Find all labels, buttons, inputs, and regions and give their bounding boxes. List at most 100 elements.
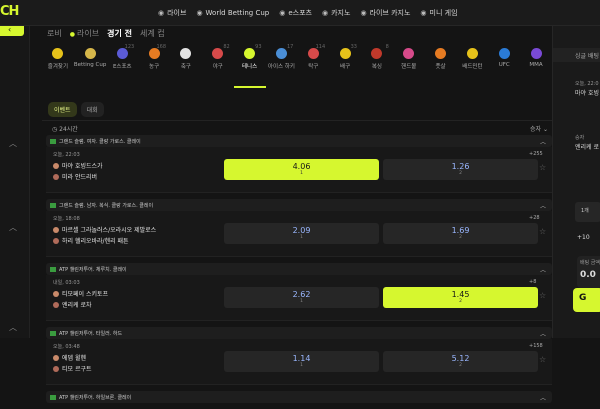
sport-tab[interactable]: 8 복싱	[361, 44, 393, 92]
star-icon[interactable]: ☆	[539, 227, 546, 236]
live-dot-icon: ●	[69, 31, 75, 38]
chevron-up-icon[interactable]: ︿	[540, 265, 546, 274]
outcome-number: 2	[459, 363, 462, 368]
sport-tab[interactable]: 123 E스포츠	[106, 44, 138, 92]
sport-tab[interactable]: UFC	[488, 44, 520, 92]
tab-prematch[interactable]: 경기 전	[107, 28, 132, 39]
odds-button-home[interactable]: 2.09 1	[224, 223, 379, 244]
sport-tab[interactable]: 82 야구	[202, 44, 234, 92]
odds-button-away[interactable]: 1.45 2	[383, 287, 538, 308]
league-header[interactable]: ATP 챌린저투어. 체루치. 클레이 ︿	[46, 263, 552, 275]
sport-tab[interactable]: 93 테니스	[233, 44, 266, 88]
odds-button-home[interactable]: 1.14 1	[224, 351, 379, 372]
odds-button-home[interactable]: 2.62 1	[224, 287, 379, 308]
match-row: 오늘, 22:03 +255 마야 호빙드스가 미라 안드리버 4.06 1 1.…	[46, 147, 552, 193]
sport-tab[interactable]: Betting Cup	[74, 44, 106, 92]
bet-count-label: 1개	[581, 208, 589, 214]
market-select[interactable]: 승자 ⌄	[530, 124, 548, 133]
sport-tab[interactable]: 즐겨찾기	[42, 44, 74, 92]
sport-tab[interactable]: 배드민턴	[456, 44, 488, 92]
sport-tab[interactable]: 축구	[170, 44, 202, 92]
sport-label: 배구	[340, 64, 351, 70]
league-group: ATP 챌린저투어. 하일브론. 클레이 ︿	[46, 391, 552, 403]
filter-events[interactable]: 이벤트	[48, 102, 77, 117]
live-icon: ◉	[158, 9, 165, 17]
more-markets-count[interactable]: +255	[529, 151, 543, 157]
player-avatar	[53, 162, 59, 169]
time-range-select[interactable]: ◷ 24시간	[52, 124, 78, 133]
flag-icon	[50, 138, 56, 144]
tab-live[interactable]: ● 라이브	[70, 28, 99, 39]
star-icon[interactable]: ☆	[539, 291, 546, 300]
betslip-item-market: 승자	[575, 135, 585, 141]
sport-tab[interactable]: 핸드볼	[393, 44, 425, 92]
outcome-number: 1	[300, 299, 303, 304]
league-header[interactable]: 그랜드 슬램. 여자. 클랑 가로스. 클레이 ︿	[46, 135, 552, 147]
main-tabs: 로비 ● 라이브 경기 전 세계 컵	[47, 28, 165, 39]
team-away: 티모 르구트	[53, 364, 92, 373]
time-range-label: 24시간	[59, 126, 78, 133]
sport-icon	[180, 48, 192, 59]
sport-tab[interactable]: 풋살	[425, 44, 457, 92]
chevron-up-icon[interactable]: ︿	[540, 393, 546, 402]
topnav-item[interactable]: ◉ World Betting Cup	[196, 9, 269, 17]
sport-label: 야구	[212, 64, 223, 70]
sport-tab[interactable]: 168 농구	[138, 44, 170, 92]
team-home: 마야 호빙드스가	[53, 161, 103, 170]
chevron-up-icon[interactable]: ︿	[9, 322, 17, 333]
chevron-up-icon[interactable]: ︿	[9, 138, 17, 149]
sport-tab[interactable]: MMA	[520, 44, 552, 92]
chevron-up-icon[interactable]: ︿	[540, 329, 546, 338]
quick-amount-button[interactable]: +10	[577, 234, 590, 241]
match-row: 내일, 03:03 +8 티모페이 스키토프 엔리케 로차 2.62 1 1.45…	[46, 275, 552, 321]
collapse-button[interactable]: ‹	[0, 25, 24, 36]
league-header[interactable]: 그랜드 슬램. 남자. 복식. 클랑 가로스. 클레이 ︿	[46, 199, 552, 211]
betslip-item[interactable]: 오늘, 22:0 마야 호빙	[575, 80, 600, 97]
odds-button-away[interactable]: 1.26 2	[383, 159, 538, 180]
topnav-item[interactable]: ◉ 라이브	[158, 8, 186, 18]
brand-logo[interactable]: CH	[0, 4, 19, 19]
tab-lobby[interactable]: 로비	[47, 28, 62, 39]
league-group: 그랜드 슬램. 여자. 클랑 가로스. 클레이 ︿ 오늘, 22:03 +255 …	[46, 135, 552, 193]
filter-tournaments[interactable]: 대회	[80, 102, 104, 117]
topnav-item[interactable]: ◉ 라이브 카지노	[360, 8, 410, 18]
sport-tab[interactable]: 33 배구	[329, 44, 361, 92]
sport-tab[interactable]: 17 아이스 하키	[266, 44, 298, 92]
league-header[interactable]: ATP 챌린저투어. 하일브론. 클레이 ︿	[46, 391, 552, 403]
odds-button-away[interactable]: 1.69 2	[383, 223, 538, 244]
player-avatar	[53, 173, 59, 180]
sport-label: 즐겨찾기	[47, 64, 69, 70]
team-name: 에뎀 윌헨	[62, 355, 86, 362]
odds-button-away[interactable]: 5.12 2	[383, 351, 538, 372]
topnav-item[interactable]: ◉ e스포츠	[279, 8, 312, 18]
league-header[interactable]: ATP 챌린저투어. 타일러. 하드 ︿	[46, 327, 552, 339]
sport-tab[interactable]: 114 탁구	[297, 44, 329, 92]
topnav-item[interactable]: ◉ 카지노	[322, 8, 350, 18]
match-time: 내일, 03:03	[53, 280, 80, 286]
team-name: 미라 안드리버	[62, 174, 98, 181]
league-group: ATP 챌린저투어. 타일러. 하드 ︿ 오늘, 03:48 +158 에뎀 윌헨…	[46, 327, 552, 385]
odds-value: 1.14	[292, 354, 311, 363]
odds-button-home[interactable]: 4.06 1	[224, 159, 379, 180]
chevron-up-icon[interactable]: ︿	[9, 222, 17, 233]
place-bet-button[interactable]: G	[573, 288, 600, 312]
stake-label: 배팅 금액	[580, 260, 600, 266]
stake-input[interactable]: 배팅 금액 0.0	[577, 256, 600, 288]
outcome-number: 2	[459, 299, 462, 304]
trophy-icon: ◉	[196, 9, 203, 17]
more-markets-count[interactable]: +28	[529, 215, 540, 221]
star-icon[interactable]: ☆	[539, 163, 546, 172]
tab-world-cup[interactable]: 세계 컵	[140, 28, 165, 39]
topnav-label: 라이브	[167, 9, 187, 17]
sport-count: 82	[223, 44, 230, 50]
odds-value: 1.26	[451, 162, 470, 171]
chevron-up-icon[interactable]: ︿	[540, 201, 546, 210]
betslip-item[interactable]: 승자 엔리케 로	[575, 134, 600, 151]
team-away: 하리 헬리오바라/헨리 패튼	[53, 236, 129, 245]
star-icon[interactable]: ☆	[539, 355, 546, 364]
topnav-item[interactable]: ◉ 미니 게임	[420, 8, 457, 18]
chevron-up-icon[interactable]: ︿	[540, 137, 546, 146]
more-markets-count[interactable]: +8	[529, 279, 536, 285]
more-markets-count[interactable]: +158	[529, 343, 543, 349]
league-group: ATP 챌린저투어. 체루치. 클레이 ︿ 내일, 03:03 +8 티모페이 스…	[46, 263, 552, 321]
